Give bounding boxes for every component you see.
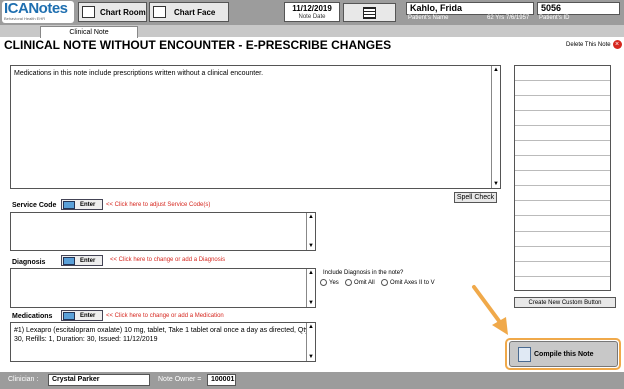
scroll-up-icon[interactable]: ▲: [307, 323, 315, 331]
diagnosis-text-area[interactable]: ▲ ▼: [10, 268, 316, 308]
enter-icon: [63, 200, 75, 209]
patient-name-value: Kahlo, Frida: [406, 2, 534, 15]
custom-button-slot[interactable]: [515, 277, 610, 292]
custom-button-slot[interactable]: [515, 216, 610, 232]
medications-hint[interactable]: << Click here to change or add a Medicat…: [106, 313, 224, 319]
diagnosis-label: Diagnosis: [12, 259, 46, 266]
custom-button-slot[interactable]: [515, 171, 610, 187]
custom-button-grid: [514, 65, 611, 291]
pointer-arrow-icon: [472, 285, 508, 335]
medications-label: Medications: [12, 313, 53, 320]
medications-enter-button[interactable]: Enter: [61, 310, 103, 321]
custom-button-slot[interactable]: [515, 96, 610, 112]
delete-icon: ×: [612, 40, 622, 49]
note-text: Medications in this note include prescri…: [14, 70, 264, 77]
note-date-field[interactable]: 11/12/2019 Note Date: [284, 2, 340, 22]
note-date-label: Note Date: [298, 14, 326, 20]
custom-button-slot[interactable]: [515, 141, 610, 157]
service-code-enter-label: Enter: [80, 201, 96, 208]
custom-button-slot[interactable]: [515, 126, 610, 142]
medications-scrollbar[interactable]: ▲ ▼: [306, 323, 315, 361]
custom-button-slot[interactable]: [515, 66, 610, 82]
custom-button-slot[interactable]: [515, 262, 610, 277]
scroll-down-icon[interactable]: ▼: [307, 242, 315, 250]
medications-text-area[interactable]: #1) Lexapro (escitalopram oxalate) 10 mg…: [10, 322, 316, 362]
note-owner-value: 100001: [207, 374, 236, 386]
medications-enter-label: Enter: [80, 312, 96, 319]
logo-text: ICANotes: [4, 0, 68, 17]
radio-yes[interactable]: Yes: [320, 279, 339, 286]
chart-room-button[interactable]: Chart Room: [78, 2, 147, 22]
note-date-value: 11/12/2019: [292, 4, 332, 13]
service-code-enter-button[interactable]: Enter: [61, 199, 103, 210]
scroll-up-icon[interactable]: ▲: [492, 66, 500, 74]
include-diagnosis-label: Include Diagnosis in the note?: [323, 270, 404, 276]
diagnosis-hint[interactable]: << Click here to change or add a Diagnos…: [110, 257, 225, 263]
clinician-value: Crystal Parker: [48, 374, 150, 386]
patient-age-dob: 62 Yrs 7/6/1957: [487, 15, 530, 21]
service-code-hint[interactable]: << Click here to adjust Service Code(s): [106, 202, 210, 208]
spell-check-button[interactable]: Spell Check: [454, 192, 497, 203]
compile-note-label: Compile this Note: [534, 350, 594, 358]
enter-icon: [63, 311, 75, 320]
include-diagnosis-radios: Yes Omit All Omit Axes II to V: [320, 279, 439, 288]
scroll-up-icon[interactable]: ▲: [307, 269, 315, 277]
clinician-label: Clinician :: [8, 376, 39, 383]
delete-note-button[interactable]: Delete This Note ×: [566, 40, 622, 49]
diagnosis-enter-button[interactable]: Enter: [61, 255, 103, 266]
patient-name-label: Patient's Name: [408, 15, 449, 21]
custom-button-slot[interactable]: [515, 232, 610, 247]
custom-button-slot[interactable]: [515, 201, 610, 217]
compile-icon: [518, 346, 531, 362]
compile-note-button[interactable]: Compile this Note: [509, 341, 618, 367]
logo-subtext: Behavioral Health EHR: [4, 16, 46, 21]
note-text-area[interactable]: Medications in this note include prescri…: [10, 65, 501, 189]
delete-note-label: Delete This Note: [566, 41, 611, 48]
calendar-icon: [363, 7, 376, 19]
scroll-down-icon[interactable]: ▼: [307, 353, 315, 361]
custom-button-slot[interactable]: [515, 156, 610, 172]
tab-clinical-note[interactable]: Clinical Note: [40, 26, 138, 38]
service-code-text-area[interactable]: ▲ ▼: [10, 212, 316, 251]
chart-face-icon: [153, 6, 166, 18]
custom-button-slot[interactable]: [515, 247, 610, 262]
create-custom-button[interactable]: Create New Custom Button: [514, 297, 616, 308]
diagnosis-scrollbar[interactable]: ▲ ▼: [306, 269, 315, 307]
scroll-up-icon[interactable]: ▲: [307, 213, 315, 221]
custom-button-slot[interactable]: [515, 186, 610, 202]
diagnosis-enter-label: Enter: [80, 257, 96, 264]
patient-id-label: Patient's ID: [539, 15, 570, 21]
scroll-down-icon[interactable]: ▼: [492, 180, 500, 188]
note-owner-label: Note Owner =: [158, 376, 202, 383]
custom-button-slot[interactable]: [515, 81, 610, 97]
medications-text: #1) Lexapro (escitalopram oxalate) 10 mg…: [14, 327, 311, 343]
service-code-scrollbar[interactable]: ▲ ▼: [306, 213, 315, 250]
service-code-label: Service Code: [12, 202, 57, 209]
chart-face-label: Chart Face: [174, 7, 216, 17]
calendar-button[interactable]: [343, 3, 396, 22]
enter-icon: [63, 256, 75, 265]
logo: ICANotes Behavioral Health EHR: [2, 0, 74, 23]
radio-omit-all[interactable]: Omit All: [345, 279, 375, 286]
chart-room-icon: [82, 6, 95, 18]
radio-omit-axes[interactable]: Omit Axes II to V: [380, 279, 435, 286]
note-scrollbar[interactable]: ▲ ▼: [491, 66, 500, 188]
page-title: CLINICAL NOTE WITHOUT ENCOUNTER - E-PRES…: [4, 38, 392, 52]
chart-face-button[interactable]: Chart Face: [149, 2, 229, 22]
custom-button-slot[interactable]: [515, 111, 610, 127]
scroll-down-icon[interactable]: ▼: [307, 299, 315, 307]
chart-room-label: Chart Room: [100, 7, 146, 17]
patient-id-value: 5056: [537, 2, 620, 15]
